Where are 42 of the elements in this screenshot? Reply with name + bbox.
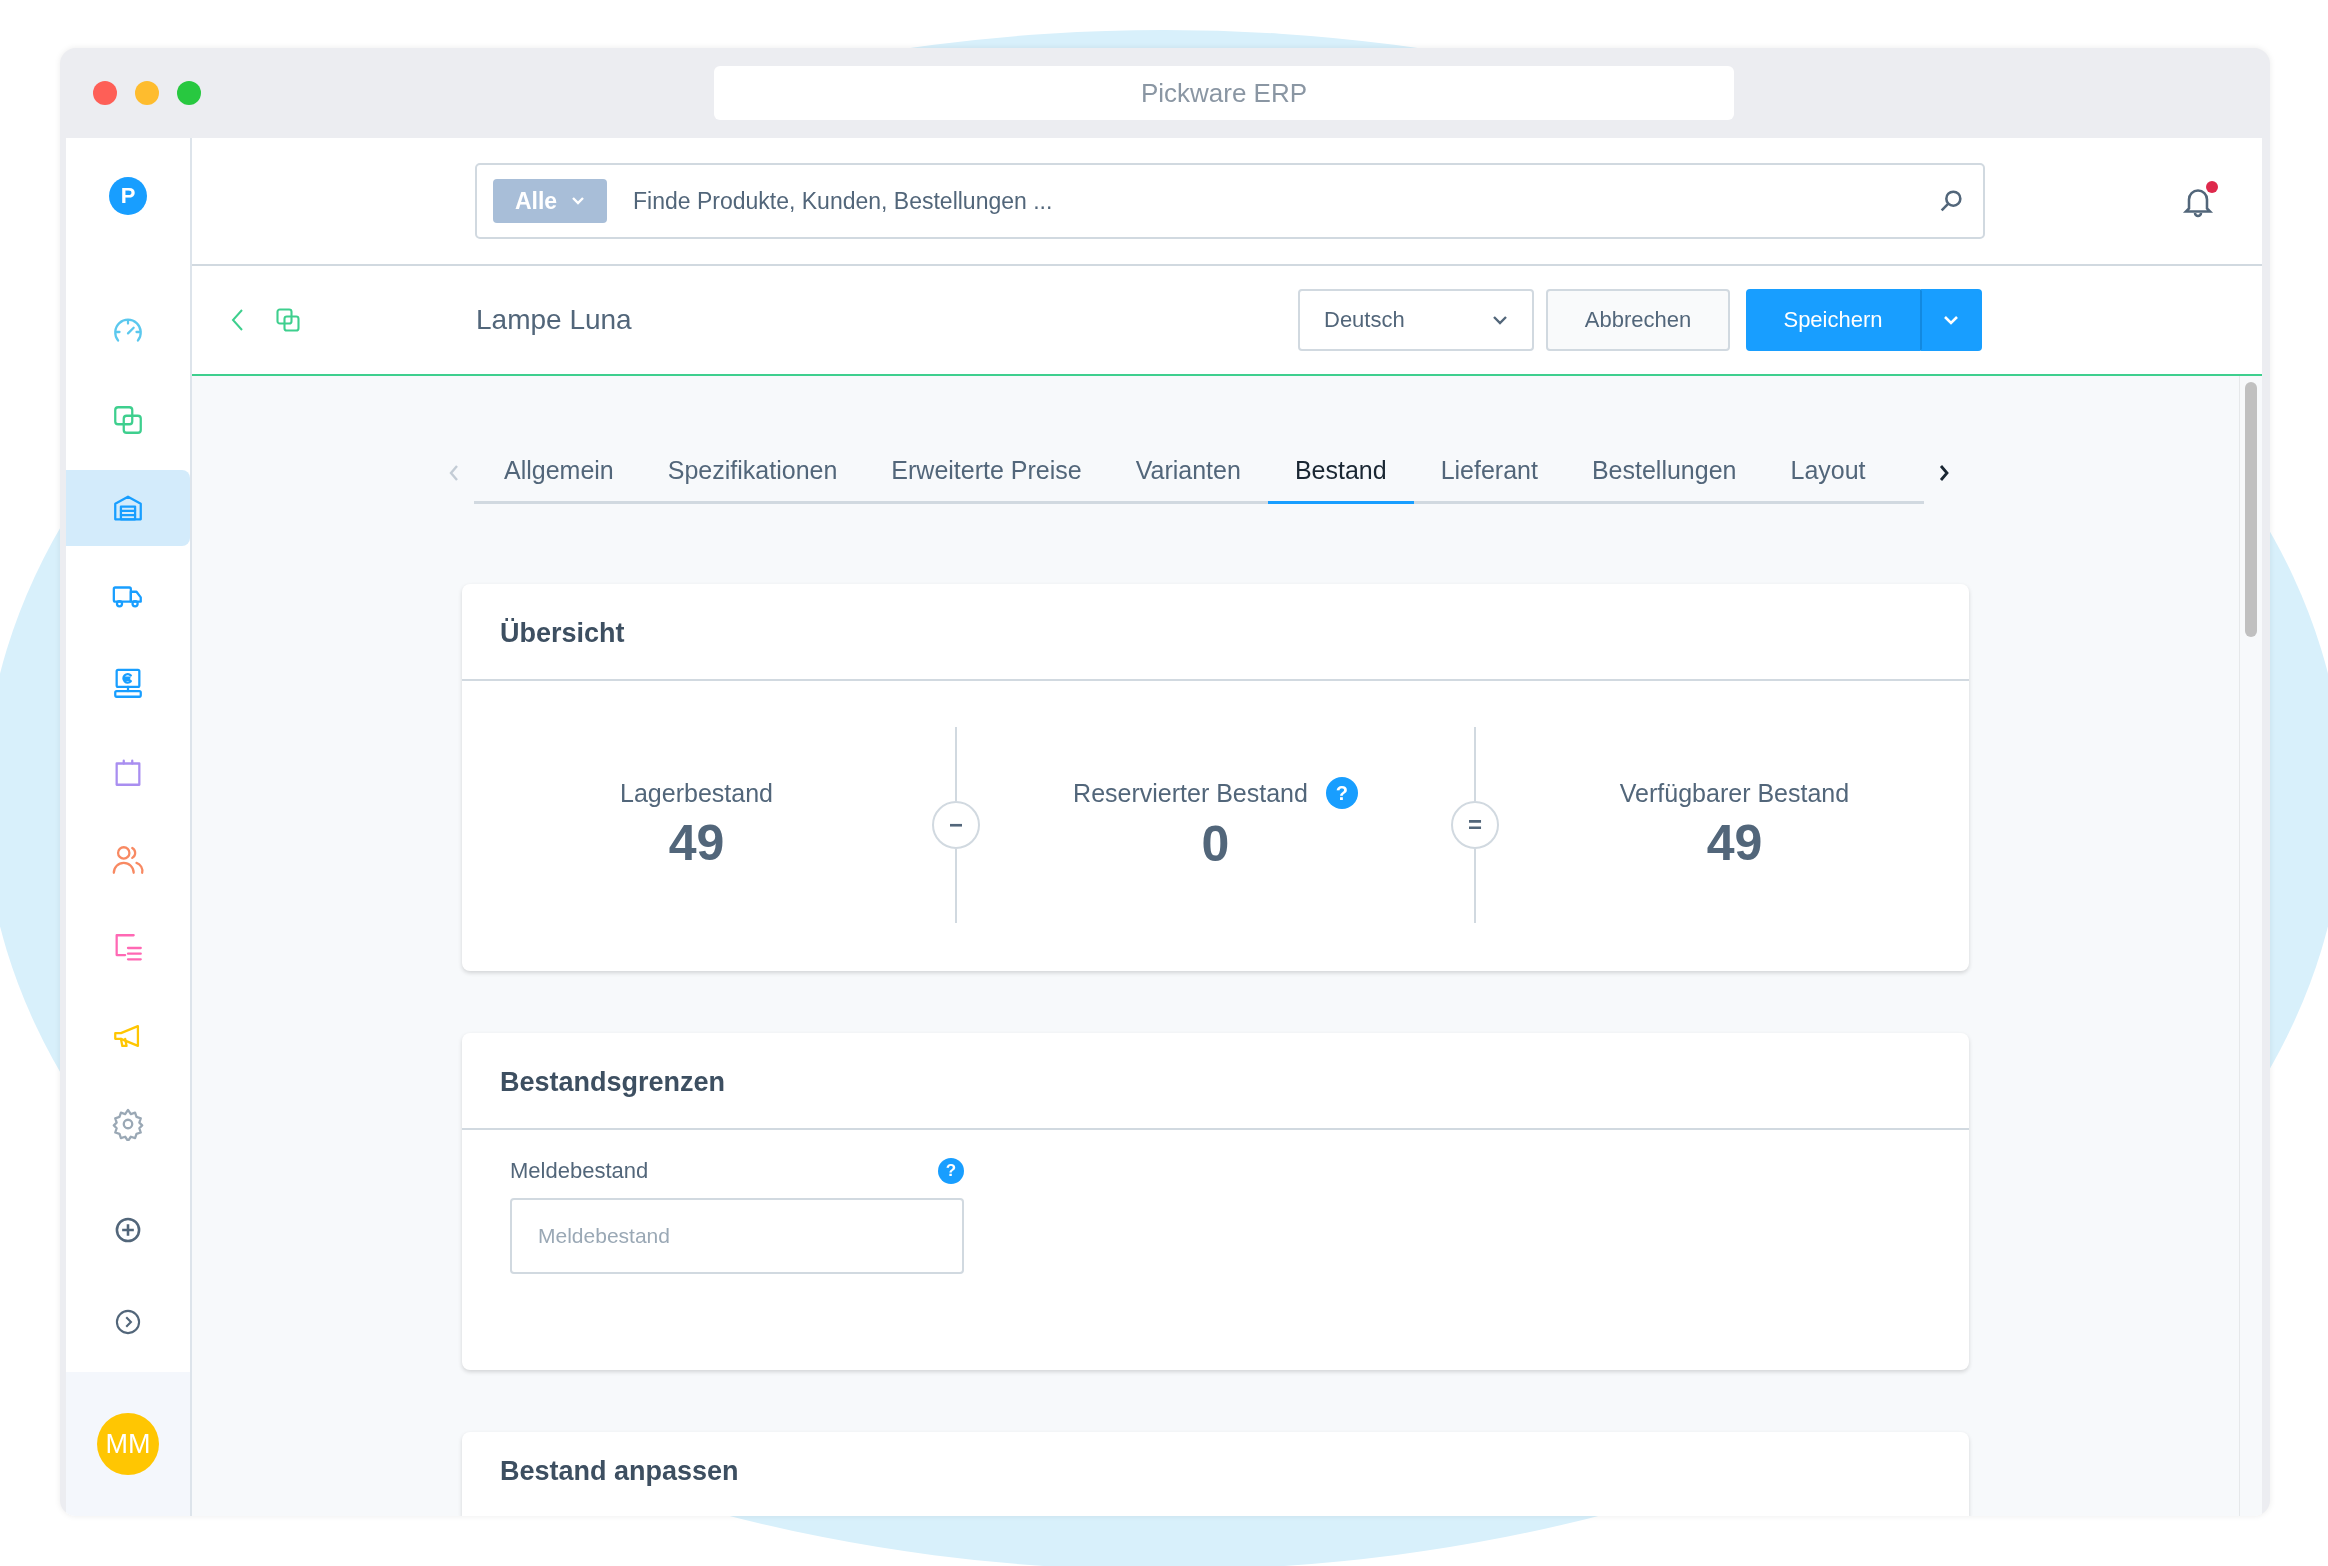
card-title: Bestandsgrenzen xyxy=(462,1033,1969,1130)
page-title: Lampe Luna xyxy=(476,304,632,336)
metric-value: 49 xyxy=(668,813,725,872)
tab[interactable]: Varianten xyxy=(1108,442,1268,504)
logo[interactable]: P xyxy=(109,177,147,215)
add-icon[interactable] xyxy=(114,1216,142,1244)
metric-label: Reservierter Bestand xyxy=(1073,778,1308,808)
save-options-button[interactable] xyxy=(1920,289,1982,351)
card-title: Bestand anpassen xyxy=(499,1455,740,1488)
help-icon[interactable]: ? xyxy=(938,1158,964,1184)
language-dropdown[interactable]: Deutsch xyxy=(1298,289,1534,351)
minimize-button[interactable] xyxy=(135,81,159,105)
metric-value: 49 xyxy=(1706,813,1763,872)
metric-label: Verfügbarer Bestand xyxy=(1619,778,1850,808)
window-title: Pickware ERP xyxy=(714,66,1734,120)
chevron-down-icon xyxy=(571,196,586,206)
cancel-button[interactable]: Abbrechen xyxy=(1546,289,1730,351)
metric-value: 0 xyxy=(1201,815,1230,873)
caret-icon xyxy=(1943,315,1959,325)
language-label: Deutsch xyxy=(1324,307,1405,333)
metric-label: Lagerbestand xyxy=(620,778,773,808)
tab[interactable]: Erweiterte Preise xyxy=(864,442,1109,504)
scope-label: Alle xyxy=(514,187,558,215)
card-title: Übersicht xyxy=(462,584,1969,681)
sidebar-item[interactable] xyxy=(66,470,190,546)
input-field[interactable]: Meldebestand xyxy=(510,1198,964,1274)
copy-icon[interactable] xyxy=(274,306,302,334)
tab[interactable]: Spezifikationen xyxy=(640,442,865,504)
tab[interactable]: Layout xyxy=(1763,442,1893,504)
tab[interactable]: Lieferant xyxy=(1413,442,1565,504)
maximize-button[interactable] xyxy=(177,81,201,105)
operator-sign: − xyxy=(932,801,980,849)
operator-sign: = xyxy=(1451,801,1499,849)
field-label: Meldebestand xyxy=(510,1158,649,1184)
close-button[interactable] xyxy=(93,81,117,105)
expand-icon[interactable] xyxy=(114,1308,142,1336)
help-icon[interactable]: ? xyxy=(1325,777,1358,809)
save-button[interactable]: Speichern xyxy=(1746,289,1920,351)
tab[interactable]: Allgemein xyxy=(474,442,641,504)
chevron-down-icon xyxy=(1492,315,1508,325)
tab[interactable]: Bestand xyxy=(1267,442,1414,504)
tab[interactable]: Bestellungen xyxy=(1564,442,1764,504)
